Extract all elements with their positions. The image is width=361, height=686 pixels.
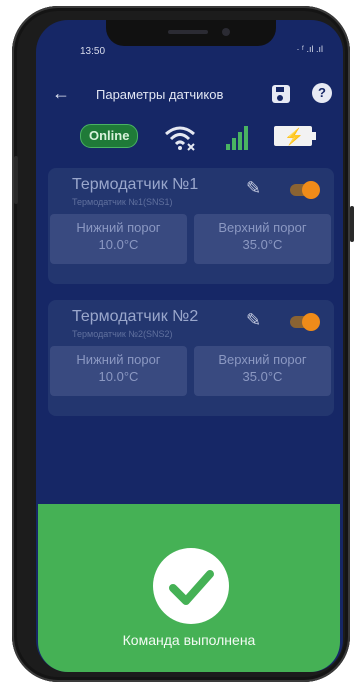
sensor-name: Термодатчик №1	[72, 176, 199, 193]
volume-button	[14, 156, 18, 204]
sensor-subtitle: Термодатчик №1(SNS1)	[72, 197, 173, 207]
threshold-label: Верхний порог	[218, 220, 307, 235]
threshold-value: 35.0°C	[242, 369, 283, 384]
app-bar: ← Параметры датчиков ?	[36, 80, 343, 116]
wifi-icon	[165, 126, 195, 151]
edit-pencil-icon[interactable]: ✎	[246, 178, 261, 199]
sensor-card-1: Термодатчик №1 Термодатчик №1(SNS1) ✎ Ни…	[48, 168, 334, 284]
threshold-label: Нижний порог	[76, 352, 161, 367]
sensor-subtitle: Термодатчик №2(SNS2)	[72, 329, 173, 339]
help-icon[interactable]: ?	[312, 83, 332, 103]
toggle-knob	[302, 313, 320, 331]
threshold-label: Верхний порог	[218, 352, 307, 367]
sensor-toggle[interactable]	[290, 313, 320, 331]
edit-pencil-icon[interactable]: ✎	[246, 310, 261, 331]
status-time: 13:50	[80, 46, 106, 57]
notch	[106, 20, 276, 46]
upper-threshold-button[interactable]: Верхний порог 35.0°C	[194, 214, 331, 264]
sensor-toggle[interactable]	[290, 181, 320, 199]
success-message: Команда выполнена	[122, 632, 256, 648]
online-badge: Online	[80, 124, 139, 148]
checkmark-icon	[153, 548, 229, 624]
back-arrow-icon[interactable]: ←	[52, 83, 70, 104]
success-overlay: Команда выполнена	[38, 504, 340, 672]
save-icon[interactable]	[272, 85, 290, 103]
camera	[222, 28, 230, 36]
sensor-name: Термодатчик №2	[72, 308, 199, 325]
page-title: Параметры датчиков	[96, 87, 224, 102]
status-icons: · ᶠ .ıl .ıl	[296, 44, 323, 54]
sensor-card-2: Термодатчик №2 Термодатчик №2(SNS2) ✎ Ни…	[48, 300, 334, 416]
signal-icon	[226, 126, 248, 150]
power-button	[350, 206, 354, 242]
toggle-knob	[302, 181, 320, 199]
threshold-value: 35.0°C	[242, 237, 283, 252]
battery-charging-icon: ⚡	[274, 126, 316, 146]
bolt-icon: ⚡	[284, 129, 304, 146]
lower-threshold-button[interactable]: Нижний порог 10.0°C	[50, 346, 187, 396]
threshold-value: 10.0°C	[98, 369, 139, 384]
threshold-value: 10.0°C	[98, 237, 139, 252]
threshold-label: Нижний порог	[76, 220, 161, 235]
upper-threshold-button[interactable]: Верхний порог 35.0°C	[194, 346, 331, 396]
speaker	[168, 30, 208, 34]
lower-threshold-button[interactable]: Нижний порог 10.0°C	[50, 214, 187, 264]
